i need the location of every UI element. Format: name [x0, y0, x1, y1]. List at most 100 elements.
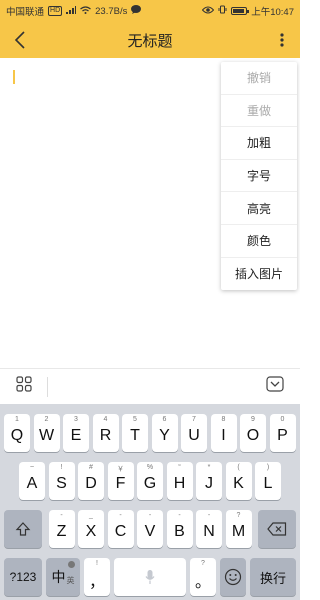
key-secondary: !: [96, 560, 98, 567]
key-label: D: [85, 475, 97, 492]
key-y[interactable]: 6Y: [151, 414, 178, 452]
key-secondary: 0: [280, 416, 285, 423]
key-g[interactable]: % G: [137, 462, 163, 500]
menu-item-insert-image[interactable]: 插入图片: [221, 258, 297, 291]
key-secondary: _: [89, 512, 93, 519]
key-l[interactable]: ) L: [255, 462, 281, 500]
key-label: Z: [56, 523, 67, 540]
menu-item-bold[interactable]: 加粗: [221, 127, 297, 160]
key-secondary: #: [89, 464, 93, 471]
key-d[interactable]: # D: [78, 462, 104, 500]
page-title: 无标题: [127, 32, 173, 50]
key-u[interactable]: 7U: [181, 414, 207, 452]
key-e[interactable]: 3E: [63, 414, 89, 452]
key-secondary: 6: [162, 416, 167, 423]
key-i[interactable]: 8I: [210, 414, 237, 452]
key-secondary: -: [119, 512, 122, 519]
key-b[interactable]: -B: [166, 510, 193, 548]
menu-item-undo[interactable]: 撤销: [221, 62, 297, 95]
key-label: C: [114, 523, 127, 540]
key-j[interactable]: * J: [196, 462, 222, 500]
key-label: Q: [10, 427, 24, 444]
key-secondary: 英: [66, 575, 75, 585]
key-secondary: 3: [74, 416, 78, 423]
menu-item-redo[interactable]: 重做: [221, 95, 297, 128]
key-secondary: “: [178, 464, 181, 471]
app-bar: 无标题: [0, 22, 300, 58]
key-secondary: 2: [44, 416, 49, 423]
grid-menu-icon[interactable]: [16, 376, 32, 397]
key-secondary: 4: [103, 416, 108, 423]
key-label: 换行: [259, 570, 286, 586]
key-label: M: [231, 523, 246, 540]
toolbar-divider: [47, 377, 48, 397]
key-n[interactable]: -N: [196, 510, 222, 548]
globe-icon: [68, 561, 75, 568]
backspace-key[interactable]: [258, 510, 296, 548]
key-k[interactable]: (K: [225, 462, 252, 500]
back-arrow-icon: [14, 31, 25, 49]
key-secondary: 7: [192, 416, 196, 423]
menu-item-font-size[interactable]: 字号: [221, 160, 297, 193]
shift-key[interactable]: [4, 510, 42, 548]
key-label: H: [173, 475, 186, 492]
key-secondary: ?: [201, 560, 205, 567]
numbers-key[interactable]: ?123: [4, 558, 42, 596]
eye-icon: [202, 6, 215, 17]
key-label: T: [130, 427, 140, 444]
key-secondary: ?: [236, 512, 241, 519]
key-label: X: [85, 523, 97, 540]
key-a[interactable]: ~ A: [19, 462, 45, 500]
key-h[interactable]: “H: [166, 462, 193, 500]
menu-item-color[interactable]: 颜色: [221, 225, 297, 258]
key-secondary: 1: [15, 416, 19, 423]
key-secondary: !: [60, 464, 63, 471]
key-r[interactable]: 4R: [92, 414, 119, 452]
key-x[interactable]: _ X: [78, 510, 104, 548]
key-secondary: ): [266, 464, 270, 471]
vibrate-icon: [218, 5, 227, 17]
comma-key[interactable]: !，: [84, 558, 110, 596]
key-s[interactable]: ! S: [48, 462, 75, 500]
period-key[interactable]: ?。: [190, 558, 216, 596]
key-c[interactable]: -C: [107, 510, 134, 548]
key-q[interactable]: 1Q: [4, 414, 30, 452]
language-switch-key[interactable]: 中 英: [46, 558, 80, 596]
key-label: P: [277, 427, 288, 444]
menu-item-highlight[interactable]: 高亮: [221, 192, 297, 225]
key-f[interactable]: ￥ F: [107, 462, 134, 500]
text-cursor: [13, 70, 15, 84]
shift-icon: [15, 522, 31, 536]
status-left: 中国联通 HD 23.7B/s: [6, 4, 142, 18]
hd-badge: HD: [48, 6, 63, 16]
wifi-icon: [80, 5, 92, 17]
space-key[interactable]: [114, 558, 186, 596]
key-label: O: [246, 427, 260, 444]
key-secondary: 9: [251, 416, 255, 423]
key-secondary: %: [146, 464, 154, 471]
network-speed: 23.7B/s: [95, 5, 128, 17]
emoji-key[interactable]: [220, 558, 246, 596]
enter-key[interactable]: 换行: [250, 558, 296, 596]
key-label: U: [188, 427, 200, 444]
key-v[interactable]: -V: [137, 510, 163, 548]
screen: 中国联通 HD 23.7B/s 上午10:47 无标题 撤销 重做 加粗 字号 …: [0, 0, 300, 600]
emoji-icon: [224, 568, 242, 586]
key-m[interactable]: ? M: [225, 510, 252, 548]
key-label: L: [263, 475, 273, 492]
key-label: S: [56, 475, 67, 492]
key-o[interactable]: 9O: [240, 414, 266, 452]
key-label: F: [115, 475, 126, 492]
status-bar: 中国联通 HD 23.7B/s 上午10:47: [0, 0, 300, 22]
key-z[interactable]: -Z: [48, 510, 75, 548]
key-t[interactable]: 5T: [122, 414, 148, 452]
key-label: ?123: [9, 570, 37, 584]
key-label: V: [144, 523, 156, 540]
back-button[interactable]: [8, 28, 32, 52]
key-label: W: [38, 427, 55, 444]
hide-keyboard-icon[interactable]: [266, 376, 284, 397]
key-w[interactable]: 2W: [33, 414, 60, 452]
more-options-button[interactable]: [274, 28, 290, 52]
key-p[interactable]: 0P: [269, 414, 296, 452]
key-label: R: [99, 427, 112, 444]
